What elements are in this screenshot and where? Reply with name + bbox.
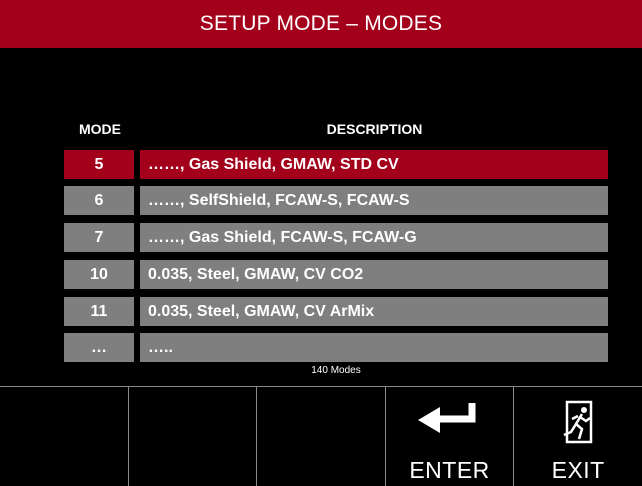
mode-description: 0.035, Steel, GMAW, CV ArMix: [140, 297, 608, 326]
enter-button[interactable]: ENTER: [386, 387, 515, 486]
function-key-bar: ENTER EXIT: [0, 386, 642, 486]
mode-row[interactable]: 7 ……, Gas Shield, FCAW-S, FCAW-G: [64, 223, 608, 252]
mode-number: 7: [64, 223, 134, 252]
function-key-1[interactable]: [0, 387, 129, 486]
mode-row[interactable]: 6 ……, SelfShield, FCAW-S, FCAW-S: [64, 186, 608, 215]
mode-description: 0.035, Steel, GMAW, CV CO2: [140, 260, 608, 289]
mode-number: 5: [64, 150, 134, 179]
mode-row[interactable]: 10 0.035, Steel, GMAW, CV CO2: [64, 260, 608, 289]
mode-count: 140 Modes: [311, 365, 361, 376]
page-title: SETUP MODE – MODES: [199, 12, 443, 35]
mode-row[interactable]: 11 0.035, Steel, GMAW, CV ArMix: [64, 297, 608, 326]
mode-number: 6: [64, 186, 134, 215]
exit-button[interactable]: EXIT: [514, 387, 642, 486]
mode-description: …..: [140, 333, 608, 362]
mode-description: ……, SelfShield, FCAW-S, FCAW-S: [140, 186, 608, 215]
function-key-2[interactable]: [129, 387, 258, 486]
mode-column-header: MODE: [79, 121, 121, 137]
mode-number: 11: [64, 297, 134, 326]
description-column-header: DESCRIPTION: [326, 121, 423, 137]
enter-label: ENTER: [409, 457, 490, 483]
mode-row[interactable]: 5 ……, Gas Shield, GMAW, STD CV: [64, 150, 608, 179]
mode-number: 10: [64, 260, 134, 289]
mode-description: ……, Gas Shield, FCAW-S, FCAW-G: [140, 223, 608, 252]
enter-arrow-icon: [414, 399, 486, 444]
exit-door-icon: [558, 399, 598, 450]
mode-row[interactable]: … …..: [64, 333, 608, 362]
exit-label: EXIT: [551, 457, 605, 483]
title-bar: SETUP MODE – MODES: [0, 0, 642, 48]
mode-description: ……, Gas Shield, GMAW, STD CV: [140, 150, 608, 179]
function-key-3[interactable]: [257, 387, 386, 486]
mode-number: …: [64, 333, 134, 362]
